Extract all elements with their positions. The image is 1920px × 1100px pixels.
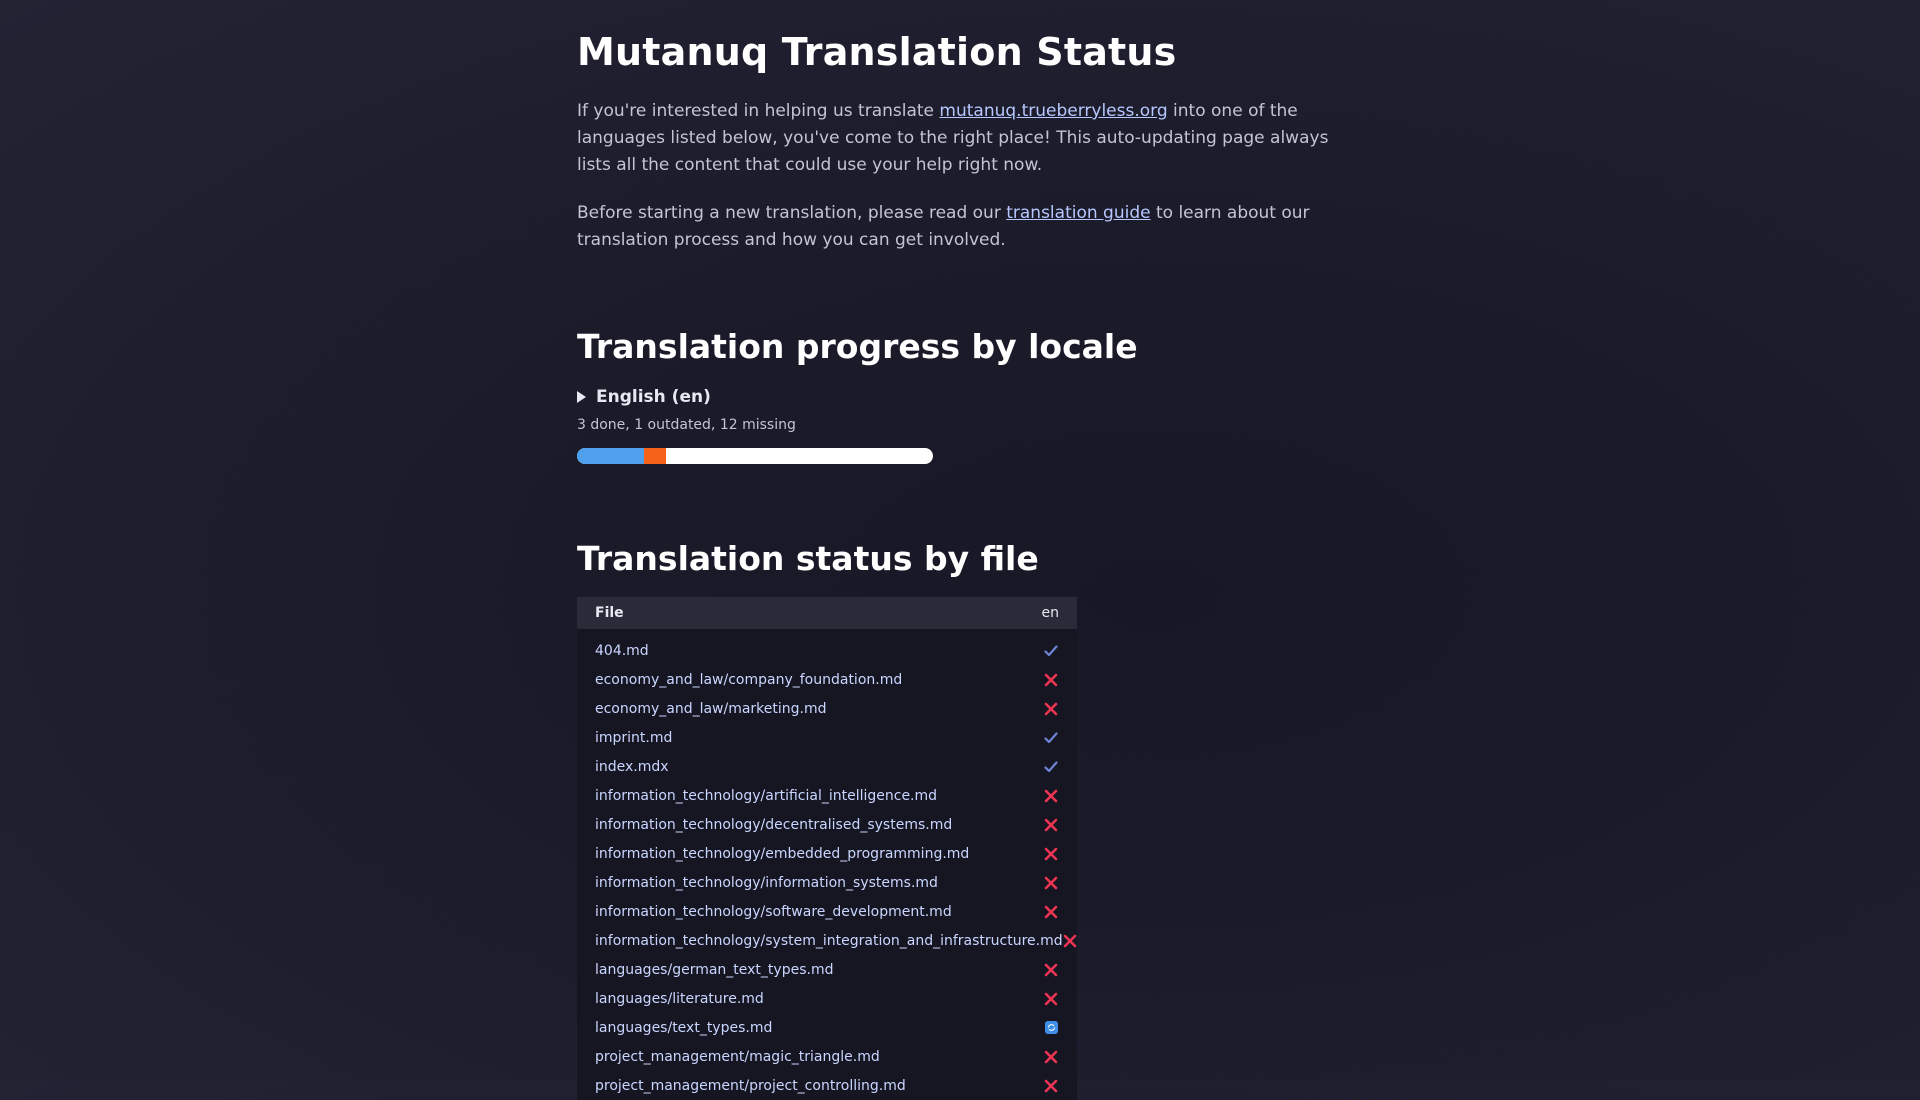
cross-icon: [1043, 817, 1059, 833]
check-icon: [1043, 730, 1059, 746]
table-body: 404.md economy_and_law/company_foundation…: [577, 629, 1077, 1100]
translation-guide-link[interactable]: translation guide: [1006, 203, 1150, 223]
cross-icon: [1043, 962, 1059, 978]
expand-triangle-icon: [577, 391, 586, 403]
table-row: languages/text_types.md: [577, 1013, 1077, 1042]
table-row: information_technology/software_developm…: [577, 897, 1077, 926]
table-header: File en: [577, 597, 1077, 629]
file-link[interactable]: economy_and_law/marketing.md: [595, 701, 827, 717]
progress-heading: Translation progress by locale: [577, 327, 1138, 366]
cross-icon: [1043, 672, 1059, 688]
check-icon: [1043, 643, 1059, 659]
file-link[interactable]: information_technology/software_developm…: [595, 904, 952, 920]
table-row: project_management/magic_triangle.md: [577, 1042, 1077, 1071]
locale-toggle-en[interactable]: English (en): [577, 387, 711, 407]
check-icon: [1043, 759, 1059, 775]
file-link[interactable]: information_technology/artificial_intell…: [595, 788, 937, 804]
table-row: economy_and_law/company_foundation.md: [577, 665, 1077, 694]
file-link[interactable]: information_technology/system_integratio…: [595, 933, 1063, 949]
site-link[interactable]: mutanuq.trueberryless.org: [939, 101, 1167, 121]
cross-icon: [1043, 846, 1059, 862]
file-link[interactable]: index.mdx: [595, 759, 669, 775]
file-link[interactable]: languages/literature.md: [595, 991, 764, 1007]
table-row: information_technology/information_syste…: [577, 868, 1077, 897]
table-row: information_technology/artificial_intell…: [577, 781, 1077, 810]
cross-icon: [1043, 991, 1059, 1007]
locale-progress-bar: [577, 448, 933, 464]
cross-icon: [1063, 933, 1077, 949]
file-link[interactable]: languages/german_text_types.md: [595, 962, 833, 978]
file-link[interactable]: information_technology/information_syste…: [595, 875, 938, 891]
table-row: 404.md: [577, 636, 1077, 665]
file-status-table: File en 404.md economy_and_law/company_fo…: [577, 597, 1077, 1100]
locale-counts: 3 done, 1 outdated, 12 missing: [577, 417, 796, 433]
table-row: information_technology/embedded_programm…: [577, 839, 1077, 868]
file-link[interactable]: imprint.md: [595, 730, 672, 746]
file-link[interactable]: languages/text_types.md: [595, 1020, 772, 1036]
locale-name: English (en): [596, 387, 711, 407]
table-row: information_technology/decentralised_sys…: [577, 810, 1077, 839]
table-row: languages/literature.md: [577, 984, 1077, 1013]
intro-paragraph: If you're interested in helping us trans…: [577, 98, 1342, 179]
table-row: index.mdx: [577, 752, 1077, 781]
progress-done-segment: [577, 448, 644, 464]
outdated-icon: [1043, 1020, 1059, 1036]
progress-outdated-segment: [643, 448, 666, 464]
cross-icon: [1043, 788, 1059, 804]
table-row: project_management/project_controlling.m…: [577, 1071, 1077, 1100]
guide-text-before: Before starting a new translation, pleas…: [577, 203, 1007, 223]
file-link[interactable]: information_technology/decentralised_sys…: [595, 817, 952, 833]
cross-icon: [1043, 701, 1059, 717]
cross-icon: [1043, 875, 1059, 891]
table-row: economy_and_law/marketing.md: [577, 694, 1077, 723]
column-header-en: en: [1041, 605, 1060, 621]
cross-icon: [1043, 904, 1059, 920]
table-row: languages/german_text_types.md: [577, 955, 1077, 984]
file-status-heading: Translation status by file: [577, 539, 1039, 578]
page-title: Mutanuq Translation Status: [577, 30, 1177, 74]
file-link[interactable]: 404.md: [595, 643, 649, 659]
table-row: imprint.md: [577, 723, 1077, 752]
file-link[interactable]: economy_and_law/company_foundation.md: [595, 672, 902, 688]
column-header-file: File: [595, 605, 624, 621]
guide-paragraph: Before starting a new translation, pleas…: [577, 200, 1342, 254]
intro-text-before: If you're interested in helping us trans…: [577, 101, 940, 121]
table-row: information_technology/system_integratio…: [577, 926, 1077, 955]
cross-icon: [1043, 1049, 1059, 1065]
file-link[interactable]: project_management/magic_triangle.md: [595, 1049, 880, 1065]
file-link[interactable]: information_technology/embedded_programm…: [595, 846, 969, 862]
